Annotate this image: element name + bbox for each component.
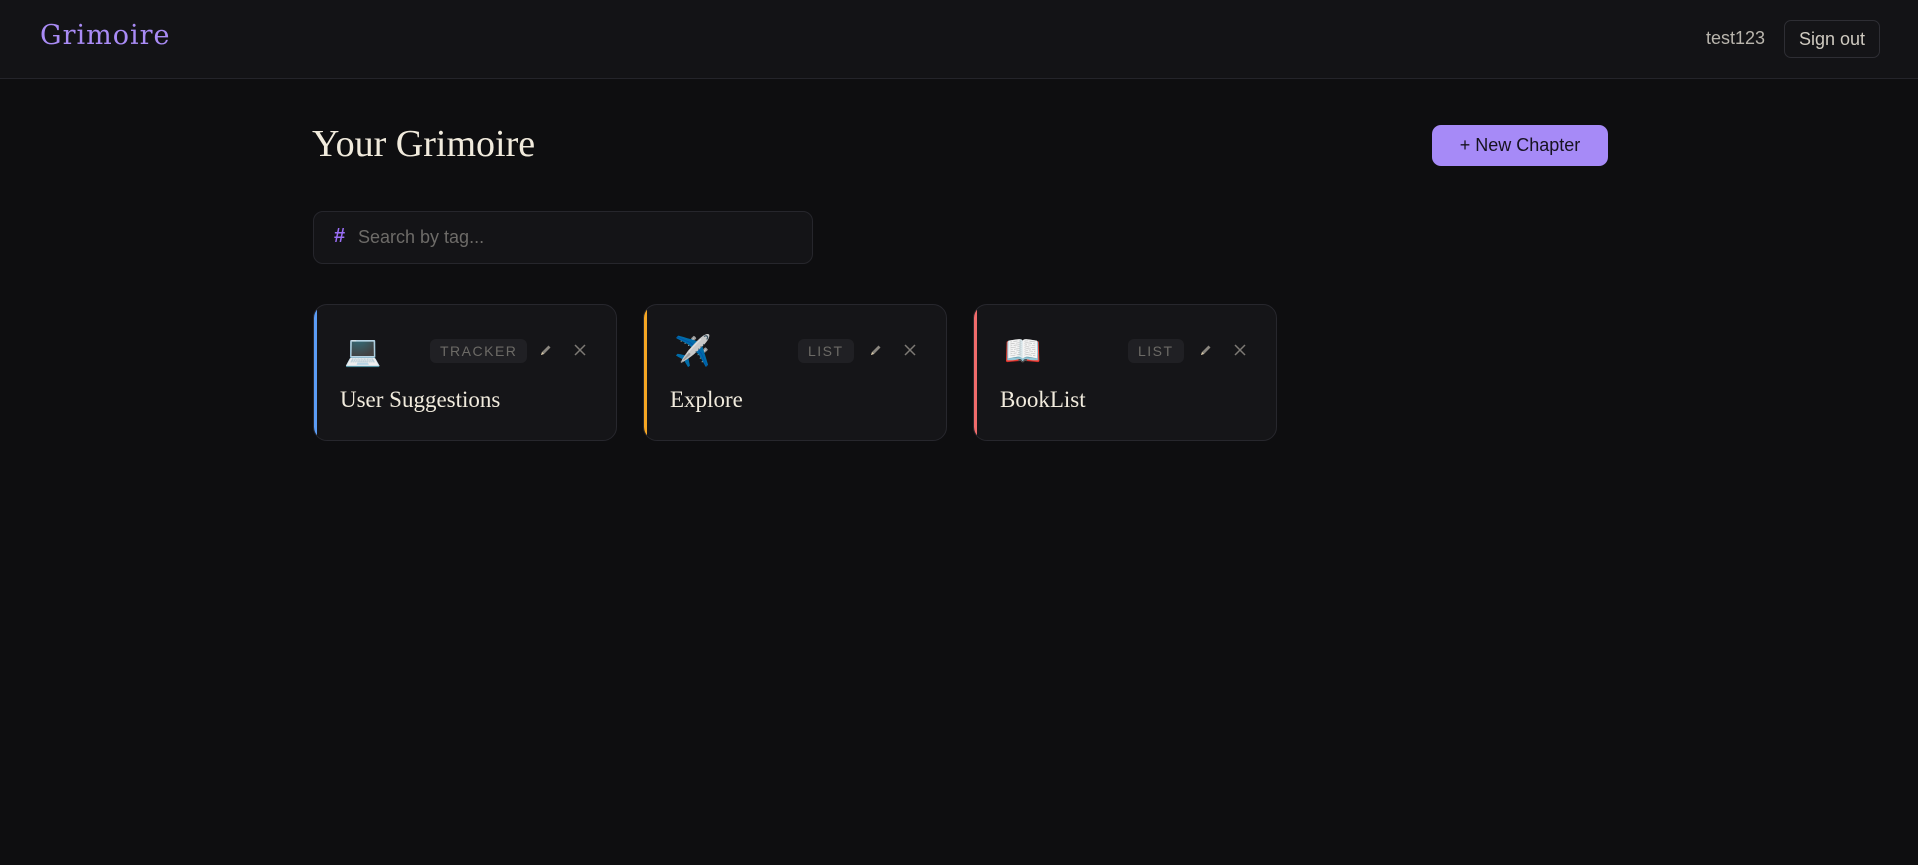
close-icon[interactable] (900, 340, 920, 360)
card-title: BookList (1000, 387, 1086, 412)
card-type-badge: TRACKER (430, 339, 528, 363)
close-icon[interactable] (570, 340, 590, 360)
edit-icon[interactable] (866, 338, 886, 362)
chapter-card-explore[interactable]: ✈️ LIST Explore (643, 304, 947, 441)
chapter-card-user-suggestions[interactable]: 💻 TRACKER User Suggestions (313, 304, 617, 441)
tag-search-input[interactable] (356, 212, 796, 263)
card-accent-bar (644, 305, 647, 440)
card-title: User Suggestions (340, 387, 501, 412)
page-title: Your Grimoire (312, 123, 536, 165)
card-accent-bar (974, 305, 977, 440)
card-type-badge: LIST (798, 339, 854, 363)
edit-icon[interactable] (1196, 338, 1216, 362)
sign-out-button[interactable]: Sign out (1784, 20, 1880, 58)
chapter-card-booklist[interactable]: 📖 LIST BookList (973, 304, 1277, 441)
laptop-icon: 💻 (344, 335, 382, 368)
app-logo[interactable]: Grimoire (40, 20, 171, 51)
hashtag-icon: # (334, 225, 346, 247)
new-chapter-button[interactable]: + New Chapter (1432, 125, 1608, 166)
top-bar: Grimoire test123 Sign out (0, 0, 1918, 79)
close-icon[interactable] (1230, 340, 1250, 360)
airplane-icon: ✈️ (674, 335, 712, 368)
edit-icon[interactable] (536, 338, 556, 362)
book-icon: 📖 (1004, 335, 1042, 368)
username-label: test123 (1705, 28, 1765, 48)
card-title: Explore (670, 387, 743, 412)
tag-search-box[interactable]: # (313, 211, 813, 264)
card-accent-bar (314, 305, 317, 440)
card-type-badge: LIST (1128, 339, 1184, 363)
